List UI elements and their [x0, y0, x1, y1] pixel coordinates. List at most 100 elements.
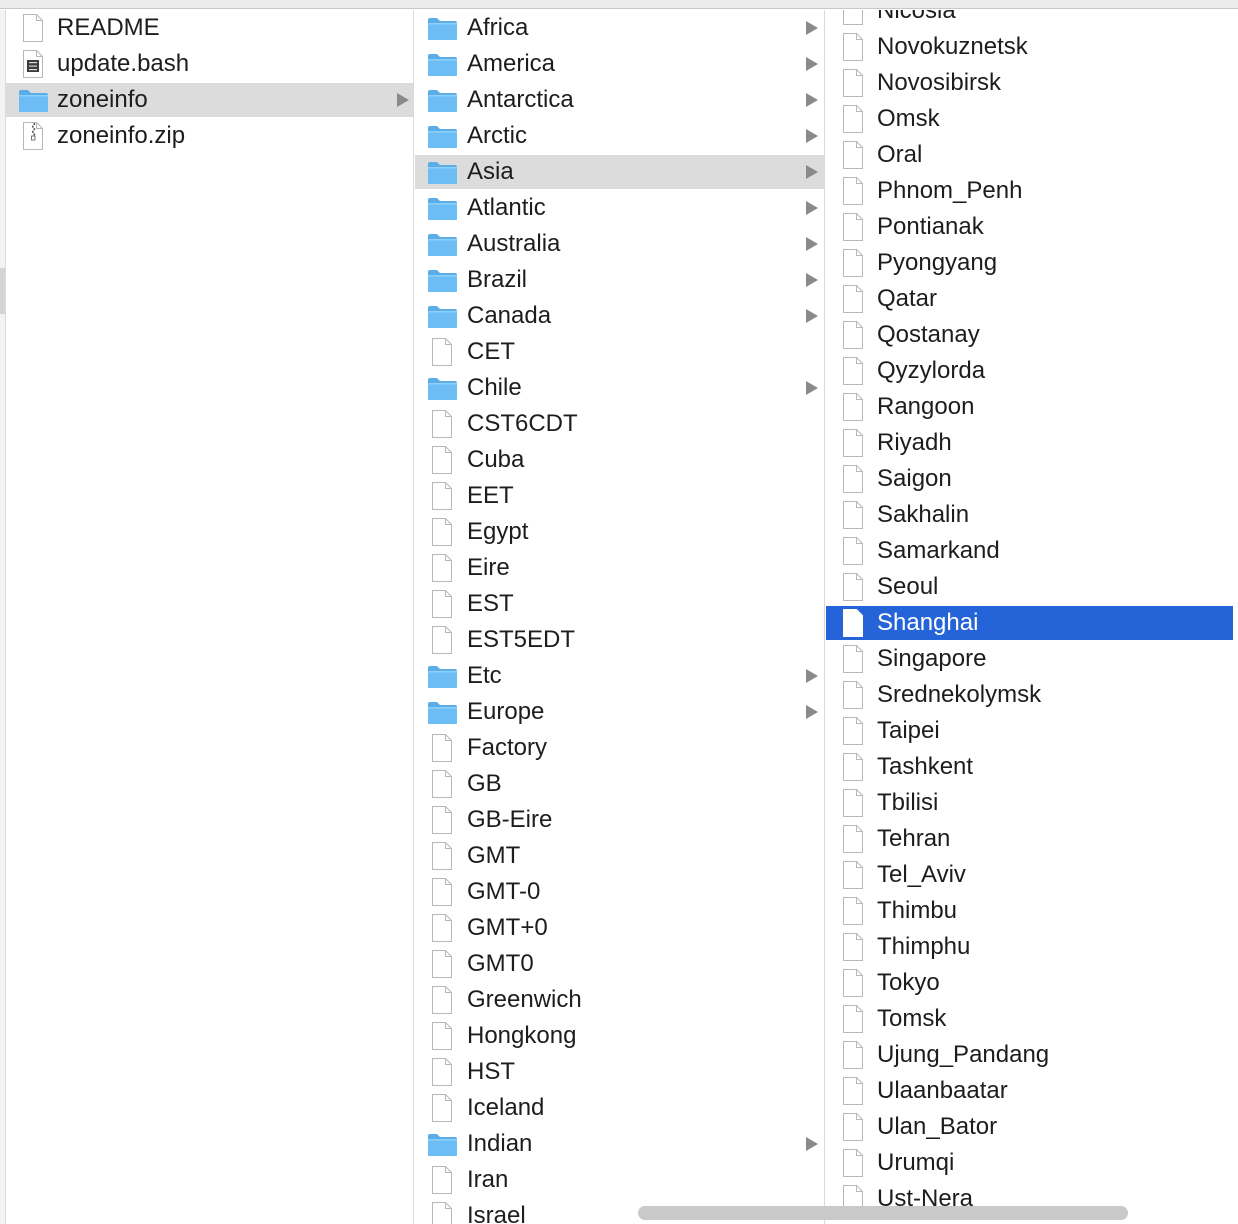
- file-item[interactable]: Novokuznetsk: [826, 30, 1233, 64]
- folder-item[interactable]: America: [415, 47, 824, 81]
- file-item[interactable]: Taipei: [826, 714, 1233, 748]
- file-item[interactable]: Thimphu: [826, 930, 1233, 964]
- file-item[interactable]: CST6CDT: [415, 407, 824, 441]
- file-item[interactable]: Iceland: [415, 1091, 824, 1125]
- file-item[interactable]: Tashkent: [826, 750, 1233, 784]
- item-label: Iceland: [467, 1094, 545, 1121]
- file-item[interactable]: GMT-0: [415, 875, 824, 909]
- file-item[interactable]: CET: [415, 335, 824, 369]
- file-item[interactable]: Nicosia: [826, 10, 1233, 28]
- file-item[interactable]: Tel_Aviv: [826, 858, 1233, 892]
- document-icon: [843, 717, 863, 745]
- browser-column-1[interactable]: README update.bash zoneinfo zoneinfo.zip: [6, 10, 414, 1224]
- file-item[interactable]: Ujung_Pandang: [826, 1038, 1233, 1072]
- file-item[interactable]: GMT+0: [415, 911, 824, 945]
- file-item[interactable]: Greenwich: [415, 983, 824, 1017]
- file-item[interactable]: Factory: [415, 731, 824, 765]
- item-label: Singapore: [877, 645, 987, 672]
- file-item[interactable]: Phnom_Penh: [826, 174, 1233, 208]
- file-item[interactable]: Seoul: [826, 570, 1233, 604]
- folder-icon: [428, 126, 457, 148]
- file-item[interactable]: Eire: [415, 551, 824, 585]
- file-item[interactable]: Qostanay: [826, 318, 1233, 352]
- file-item[interactable]: GMT: [415, 839, 824, 873]
- item-label: Tokyo: [877, 969, 940, 996]
- disclosure-arrow-icon: [806, 57, 818, 71]
- document-icon: [843, 357, 863, 385]
- file-item[interactable]: Ulan_Bator: [826, 1110, 1233, 1144]
- file-item[interactable]: GB: [415, 767, 824, 801]
- folder-item[interactable]: Europe: [415, 695, 824, 729]
- file-item[interactable]: Oral: [826, 138, 1233, 172]
- file-item[interactable]: Pyongyang: [826, 246, 1233, 280]
- file-item[interactable]: GB-Eire: [415, 803, 824, 837]
- folder-icon: [428, 162, 457, 184]
- resize-handle[interactable]: [0, 268, 5, 314]
- folder-item[interactable]: Africa: [415, 11, 824, 45]
- document-icon: [843, 645, 863, 673]
- folder-item[interactable]: Indian: [415, 1127, 824, 1161]
- file-item[interactable]: EST: [415, 587, 824, 621]
- file-item[interactable]: Tokyo: [826, 966, 1233, 1000]
- document-icon: [843, 1005, 863, 1033]
- horizontal-scrollbar[interactable]: [638, 1206, 1128, 1220]
- file-item[interactable]: HST: [415, 1055, 824, 1089]
- folder-item[interactable]: Canada: [415, 299, 824, 333]
- file-item[interactable]: Riyadh: [826, 426, 1233, 460]
- file-item[interactable]: Iran: [415, 1163, 824, 1197]
- folder-item[interactable]: Atlantic: [415, 191, 824, 225]
- folder-item[interactable]: Antarctica: [415, 83, 824, 117]
- item-label: CST6CDT: [467, 410, 578, 437]
- folder-item[interactable]: Asia: [415, 155, 824, 189]
- folder-item[interactable]: zoneinfo: [6, 83, 413, 117]
- file-item[interactable]: Ulaanbaatar: [826, 1074, 1233, 1108]
- file-item[interactable]: update.bash: [6, 47, 413, 81]
- item-label: README: [57, 14, 160, 41]
- file-item[interactable]: EST5EDT: [415, 623, 824, 657]
- browser-column-3[interactable]: Nicosia Novokuznetsk Novosibirsk Omsk Oral Ph…: [826, 10, 1238, 1224]
- file-item[interactable]: Rangoon: [826, 390, 1233, 424]
- file-item[interactable]: README: [6, 11, 413, 45]
- file-item[interactable]: Qyzylorda: [826, 354, 1233, 388]
- folder-item[interactable]: Australia: [415, 227, 824, 261]
- folder-item[interactable]: Chile: [415, 371, 824, 405]
- file-item[interactable]: Tbilisi: [826, 786, 1233, 820]
- document-icon: [432, 626, 452, 654]
- file-item[interactable]: Sakhalin: [826, 498, 1233, 532]
- file-item[interactable]: Tomsk: [826, 1002, 1233, 1036]
- file-item[interactable]: Egypt: [415, 515, 824, 549]
- file-item[interactable]: Shanghai: [826, 606, 1233, 640]
- file-item[interactable]: GMT0: [415, 947, 824, 981]
- item-label: Ulan_Bator: [877, 1113, 998, 1140]
- document-icon: [432, 770, 452, 798]
- disclosure-arrow-icon: [806, 669, 818, 683]
- document-icon: [432, 842, 452, 870]
- file-item[interactable]: Pontianak: [826, 210, 1233, 244]
- folder-item[interactable]: Brazil: [415, 263, 824, 297]
- file-item[interactable]: Novosibirsk: [826, 66, 1233, 100]
- item-label: Qyzylorda: [877, 357, 986, 384]
- browser-column-2[interactable]: Africa America Antarctica Arctic Asia Atlanti…: [415, 10, 825, 1224]
- item-label: Taipei: [877, 717, 940, 744]
- file-item[interactable]: Cuba: [415, 443, 824, 477]
- file-item[interactable]: Omsk: [826, 102, 1233, 136]
- file-item[interactable]: Singapore: [826, 642, 1233, 676]
- document-icon: [432, 950, 452, 978]
- file-item[interactable]: Thimbu: [826, 894, 1233, 928]
- file-item[interactable]: Tehran: [826, 822, 1233, 856]
- file-item[interactable]: Saigon: [826, 462, 1233, 496]
- file-item[interactable]: Srednekolymsk: [826, 678, 1233, 712]
- document-icon: [432, 482, 452, 510]
- document-icon: [843, 573, 863, 601]
- folder-item[interactable]: Arctic: [415, 119, 824, 153]
- folder-icon: [428, 306, 457, 328]
- folder-item[interactable]: Etc: [415, 659, 824, 693]
- file-item[interactable]: Qatar: [826, 282, 1233, 316]
- document-icon: [843, 933, 863, 961]
- file-item[interactable]: zoneinfo.zip: [6, 119, 413, 153]
- file-item[interactable]: Hongkong: [415, 1019, 824, 1053]
- file-item[interactable]: Urumqi: [826, 1146, 1233, 1180]
- file-item[interactable]: EET: [415, 479, 824, 513]
- file-item[interactable]: Samarkand: [826, 534, 1233, 568]
- item-label: zoneinfo: [57, 86, 148, 113]
